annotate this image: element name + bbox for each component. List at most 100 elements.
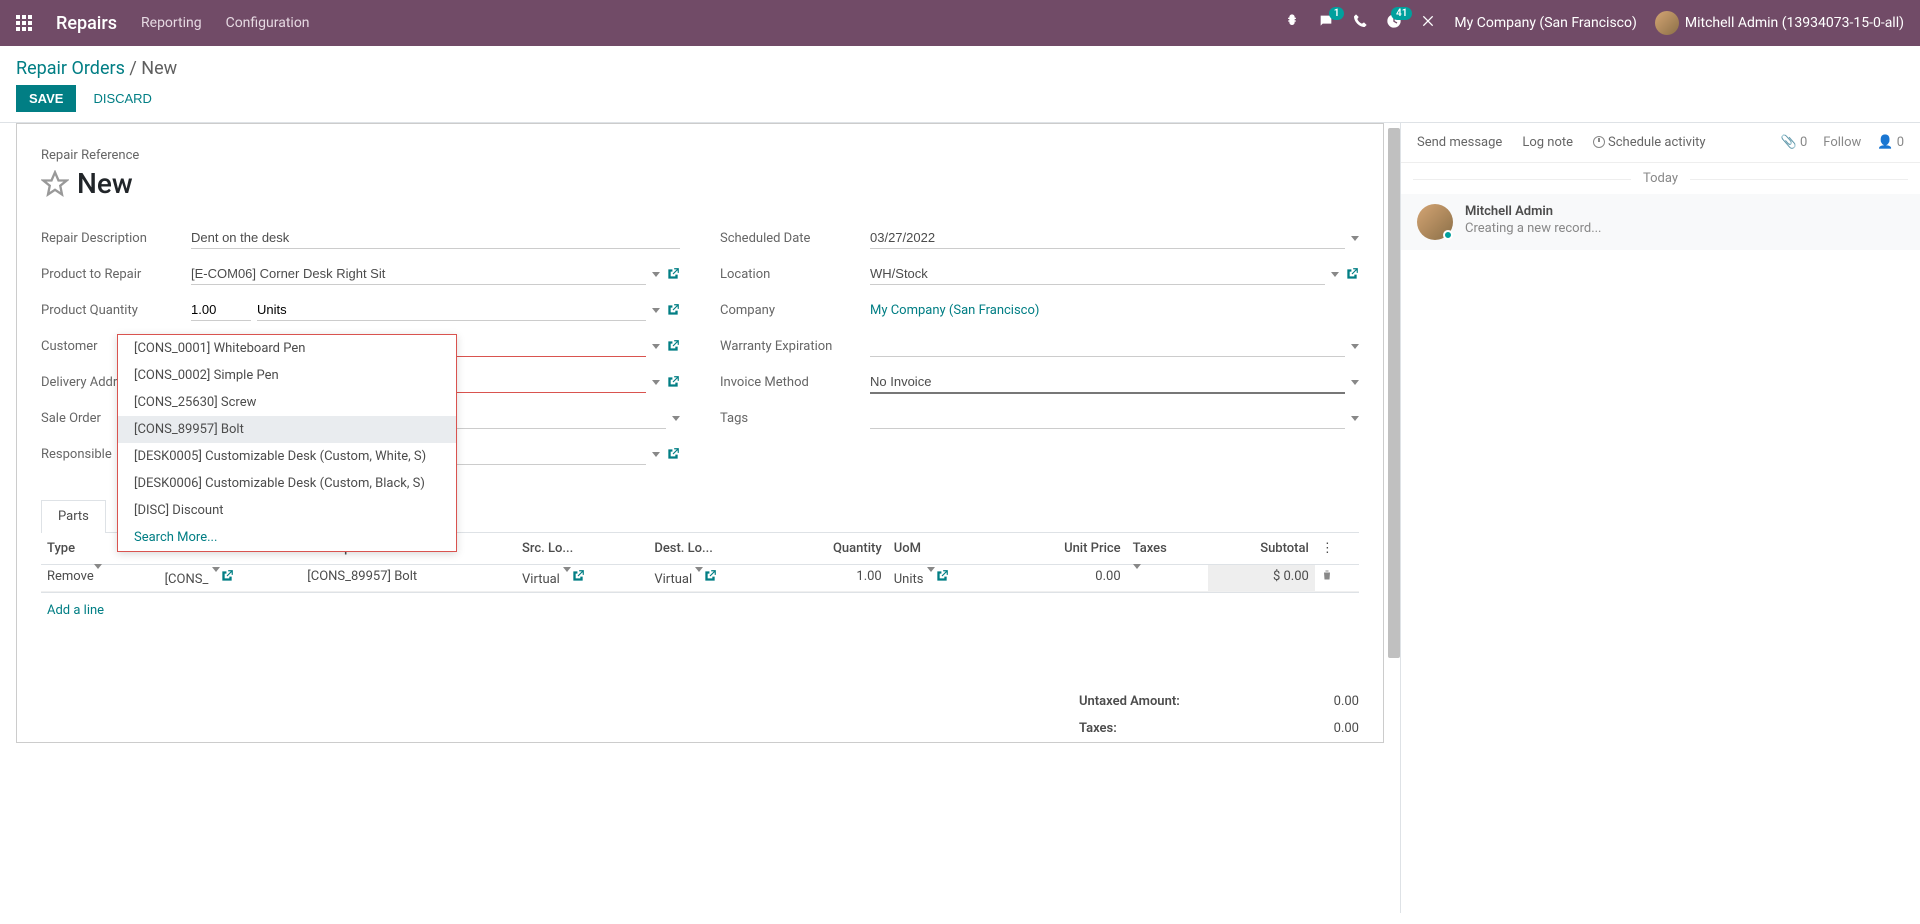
location-caret-icon[interactable] [1331, 272, 1339, 277]
th-taxes: Taxes [1127, 533, 1208, 565]
responsible-caret-icon[interactable] [652, 452, 660, 457]
location-input[interactable] [870, 263, 1325, 285]
row-price[interactable]: 0.00 [1006, 565, 1127, 592]
company-switcher[interactable]: My Company (San Francisco) [1454, 15, 1636, 31]
row-dest-link-icon[interactable] [703, 569, 717, 583]
table-row: Remove [CONS_ [CONS_89957] Bolt Virtual … [41, 565, 1359, 592]
message-author: Mitchell Admin [1465, 204, 1602, 219]
row-desc[interactable]: [CONS_89957] Bolt [301, 565, 516, 592]
dropdown-item[interactable]: [DISC] Discount [118, 497, 456, 524]
dropdown-search-more[interactable]: Search More... [118, 524, 456, 551]
user-menu[interactable]: Mitchell Admin (13934073-15-0-all) [1655, 11, 1904, 35]
repair-desc-input[interactable] [191, 227, 680, 249]
row-uom[interactable]: Units [894, 572, 924, 587]
control-panel: Repair Orders / New SAVE DISCARD [0, 46, 1920, 123]
repair-desc-label: Repair Description [41, 231, 191, 246]
dropdown-item[interactable]: [DESK0006] Customizable Desk (Custom, Bl… [118, 470, 456, 497]
delivery-caret-icon[interactable] [652, 380, 660, 385]
row-delete-icon[interactable] [1321, 569, 1333, 581]
dropdown-item[interactable]: [CONS_25630] Screw [118, 389, 456, 416]
activities-icon[interactable]: 41 [1386, 13, 1402, 33]
phone-icon[interactable] [1352, 13, 1368, 33]
dropdown-item[interactable]: [CONS_0002] Simple Pen [118, 362, 456, 389]
saleorder-caret-icon[interactable] [672, 416, 680, 421]
log-note-link[interactable]: Log note [1522, 135, 1573, 150]
invoice-input[interactable] [870, 371, 1345, 394]
messages-icon[interactable]: 1 [1318, 13, 1334, 33]
tags-label: Tags [720, 411, 870, 426]
row-taxes-caret-icon[interactable] [1133, 564, 1141, 584]
record-title: New [77, 167, 133, 200]
save-button[interactable]: SAVE [16, 85, 76, 112]
th-src: Src. Lo... [516, 533, 648, 565]
add-line-link[interactable]: Add a line [41, 592, 1359, 628]
send-message-link[interactable]: Send message [1417, 135, 1502, 150]
row-src-caret-icon[interactable] [563, 567, 571, 587]
responsible-external-link-icon[interactable] [666, 447, 680, 461]
product-caret-icon[interactable] [652, 272, 660, 277]
date-label: Scheduled Date [720, 231, 870, 246]
row-product-caret-icon[interactable] [212, 567, 220, 587]
today-separator: Today [1401, 163, 1920, 194]
tab-parts[interactable]: Parts [41, 500, 106, 533]
discard-button[interactable]: DISCARD [80, 85, 165, 112]
scrollbar-thumb[interactable] [1388, 128, 1400, 658]
dropdown-item[interactable]: [CONS_89957] Bolt [118, 416, 456, 443]
schedule-activity-link[interactable]: Schedule activity [1593, 135, 1706, 150]
delivery-external-link-icon[interactable] [666, 375, 680, 389]
tags-caret-icon[interactable] [1351, 416, 1359, 421]
row-product[interactable]: [CONS_ [165, 572, 209, 587]
close-studio-icon[interactable] [1420, 13, 1436, 33]
follow-button[interactable]: Follow [1823, 135, 1861, 150]
row-src-link-icon[interactable] [571, 569, 585, 583]
row-uom-link-icon[interactable] [935, 569, 949, 583]
location-external-link-icon[interactable] [1345, 267, 1359, 281]
warranty-caret-icon[interactable] [1351, 344, 1359, 349]
untaxed-label: Untaxed Amount: [1079, 694, 1180, 709]
row-dest-caret-icon[interactable] [695, 567, 703, 587]
nav-reporting[interactable]: Reporting [141, 15, 202, 31]
qty-input[interactable] [191, 299, 251, 321]
apps-icon[interactable] [16, 15, 32, 31]
uom-caret-icon[interactable] [652, 308, 660, 313]
date-caret-icon[interactable] [1351, 236, 1359, 241]
priority-star-icon[interactable] [41, 170, 69, 198]
chatter: Send message Log note Schedule activity … [1400, 123, 1920, 913]
th-qty: Quantity [781, 533, 888, 565]
app-title[interactable]: Repairs [56, 13, 117, 34]
row-product-link-icon[interactable] [220, 569, 234, 583]
row-uom-caret-icon[interactable] [927, 567, 935, 587]
taxes-value: 0.00 [1334, 721, 1359, 736]
debug-icon[interactable] [1284, 13, 1300, 33]
row-dest[interactable]: Virtual [654, 572, 692, 587]
product-external-link-icon[interactable] [666, 267, 680, 281]
nav-configuration[interactable]: Configuration [226, 15, 310, 31]
date-input[interactable] [870, 227, 1345, 249]
breadcrumb: Repair Orders / New [16, 58, 1904, 79]
attachment-count[interactable]: 📎 0 [1781, 135, 1808, 150]
th-kebab-icon[interactable]: ⋮ [1315, 533, 1359, 565]
taxes-label: Taxes: [1079, 721, 1117, 736]
messages-badge: 1 [1329, 7, 1345, 20]
tags-input[interactable] [870, 407, 1345, 429]
customer-external-link-icon[interactable] [666, 339, 680, 353]
row-type-caret-icon[interactable] [94, 564, 102, 584]
clock-icon [1593, 136, 1605, 148]
dropdown-item[interactable]: [CONS_0001] Whiteboard Pen [118, 335, 456, 362]
product-input[interactable] [191, 263, 646, 285]
dropdown-item[interactable]: [DESK0005] Customizable Desk (Custom, Wh… [118, 443, 456, 470]
row-type[interactable]: Remove [47, 569, 94, 584]
company-value[interactable]: My Company (San Francisco) [870, 303, 1039, 318]
row-src[interactable]: Virtual [522, 572, 560, 587]
uom-external-link-icon[interactable] [666, 303, 680, 317]
breadcrumb-parent[interactable]: Repair Orders [16, 58, 125, 79]
customer-caret-icon[interactable] [652, 344, 660, 349]
follower-count[interactable]: 👤 0 [1877, 135, 1904, 150]
th-price: Unit Price [1006, 533, 1127, 565]
message-avatar [1417, 204, 1453, 240]
uom-input[interactable] [257, 299, 646, 321]
row-qty[interactable]: 1.00 [781, 565, 888, 592]
invoice-caret-icon[interactable] [1351, 380, 1359, 385]
warranty-input[interactable] [870, 335, 1345, 357]
message: Mitchell Admin Creating a new record... [1401, 194, 1920, 250]
